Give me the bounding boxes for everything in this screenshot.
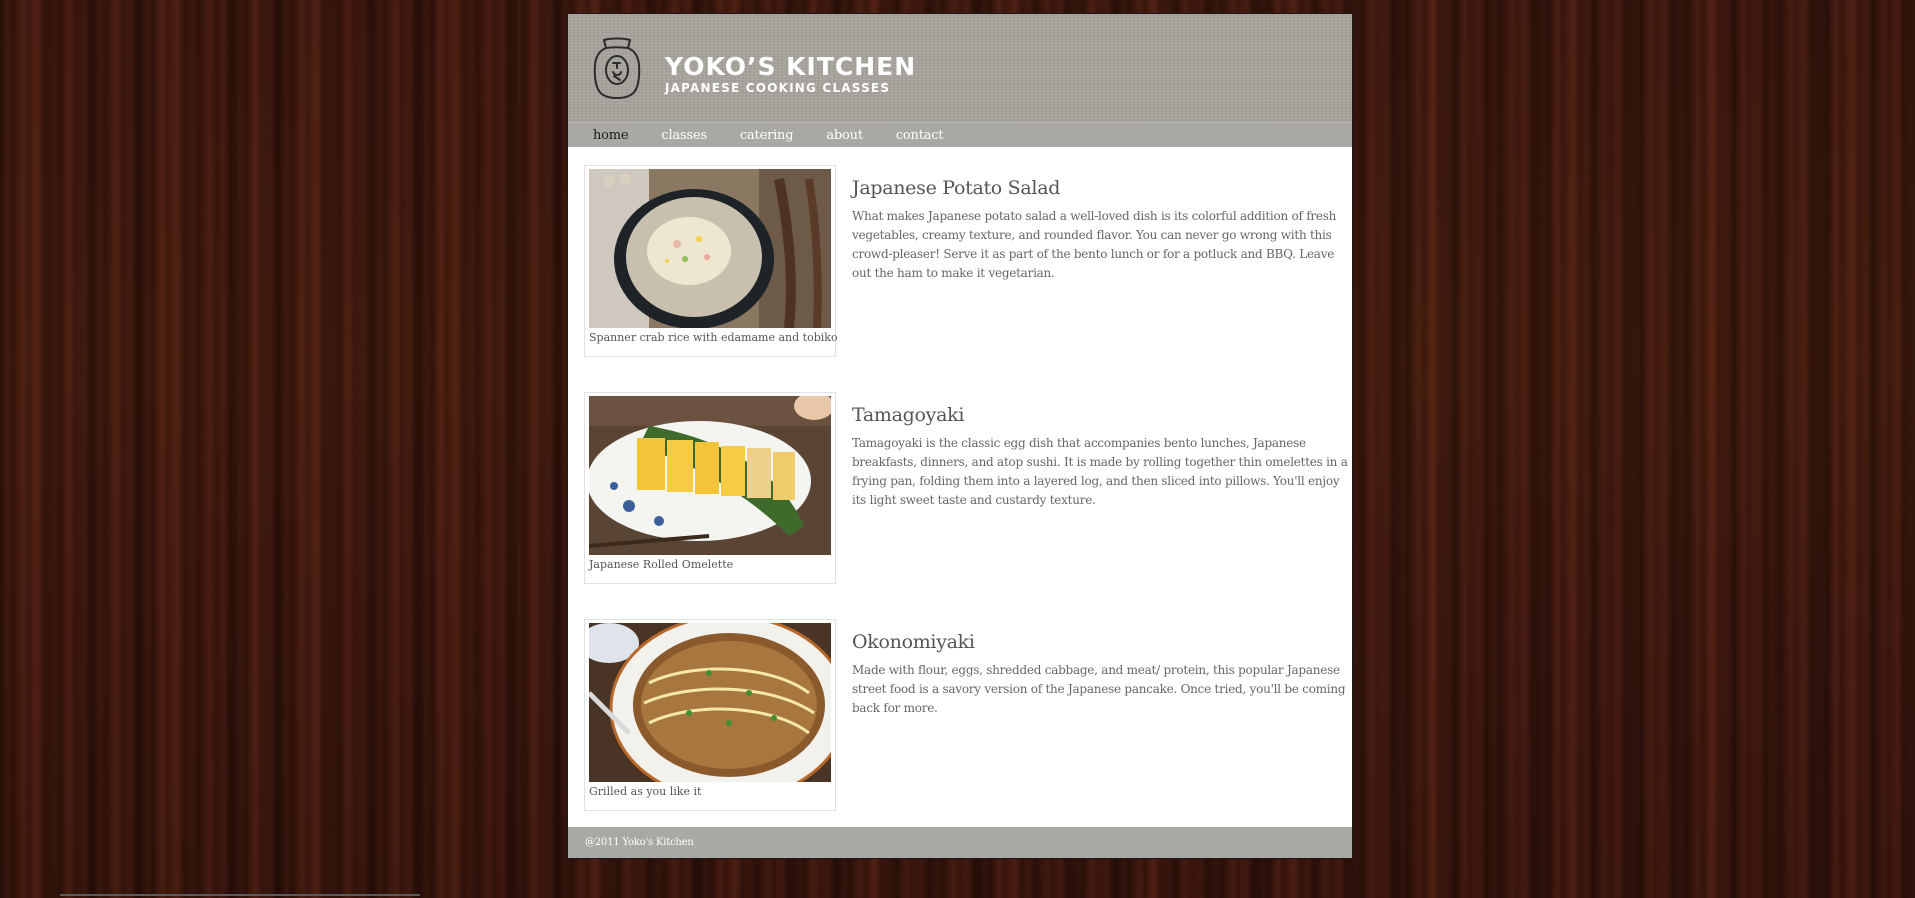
article-text: Okonomiyaki Made with flour, eggs, shred…	[852, 631, 1352, 718]
article-text: Tamagoyaki Tamagoyaki is the classic egg…	[852, 404, 1352, 510]
article-tamagoyaki: Japanese Rolled Omelette Tamagoyaki Tama…	[584, 392, 1348, 588]
article-body: Tamagoyaki is the classic egg dish that …	[852, 436, 1348, 507]
site-subtitle: JAPANESE COOKING CLASSES	[665, 81, 891, 95]
copyright-text: @2011 Yoko's Kitchen	[585, 837, 694, 848]
figure: Japanese Rolled Omelette	[584, 392, 836, 584]
page-container: YOKO’S KITCHEN JAPANESE COOKING CLASSES …	[567, 13, 1353, 859]
main-nav: home classes catering about contact	[568, 122, 1352, 147]
photo-caption: Grilled as you like it	[589, 785, 702, 798]
potato-salad-photo	[589, 169, 831, 328]
article-text: Japanese Potato Salad What makes Japanes…	[852, 177, 1352, 283]
photo-caption: Spanner crab rice with edamame and tobik…	[589, 331, 838, 344]
nav-catering[interactable]: catering	[740, 128, 794, 143]
article-title: Tamagoyaki	[852, 404, 965, 426]
article-potato-salad: Spanner crab rice with edamame and tobik…	[584, 165, 1344, 361]
brand: YOKO’S KITCHEN JAPANESE COOKING CLASSES	[665, 54, 916, 96]
main-content: Spanner crab rice with edamame and tobik…	[568, 147, 1352, 826]
article-title: Okonomiyaki	[852, 631, 975, 653]
jar-logo-icon[interactable]	[590, 36, 644, 102]
nav-about[interactable]: about	[826, 128, 863, 143]
article-body: What makes Japanese potato salad a well-…	[852, 209, 1337, 280]
site-header: YOKO’S KITCHEN JAPANESE COOKING CLASSES	[568, 14, 1352, 122]
tamagoyaki-photo	[589, 396, 831, 555]
nav-home[interactable]: home	[593, 128, 629, 143]
nav-classes[interactable]: classes	[661, 128, 707, 143]
figure: Grilled as you like it	[584, 619, 836, 811]
article-okonomiyaki: Grilled as you like it Okonomiyaki Made …	[584, 619, 1346, 815]
site-footer: @2011 Yoko's Kitchen	[568, 827, 1352, 858]
site-title: YOKO’S KITCHEN	[665, 52, 917, 81]
figure: Spanner crab rice with edamame and tobik…	[584, 165, 838, 357]
okonomiyaki-photo	[589, 623, 831, 782]
nav-contact[interactable]: contact	[896, 128, 944, 143]
article-body: Made with flour, eggs, shredded cabbage,…	[852, 663, 1346, 715]
photo-caption: Japanese Rolled Omelette	[589, 558, 734, 571]
article-title: Japanese Potato Salad	[852, 177, 1061, 199]
horizontal-scrollbar[interactable]	[60, 894, 420, 896]
